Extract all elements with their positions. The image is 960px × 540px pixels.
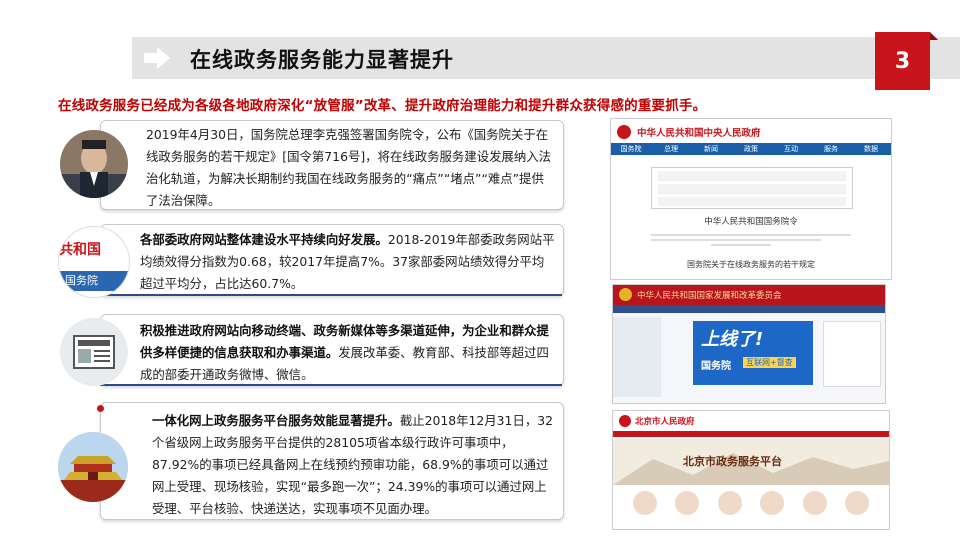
gov-doc-subtitle: 国务院关于在线政务服务的若干规定 [687,260,815,269]
ndrc-header: 中华人民共和国国家发展和改革委员会 [613,285,885,305]
ndrc-site-title: 中华人民共和国国家发展和改革委员会 [637,291,782,301]
card-2-headline: 各部委政府网站整体建设水平持续向好发展。 [140,232,388,247]
ndrc-banner-headline: 上线了! [701,329,764,350]
ndrc-banner-tag: 互联网+督查 [743,357,796,368]
ndrc-sidebar [613,317,661,397]
gov-nav-item: 政策 [744,145,758,153]
ndrc-banner-org: 国务院 [701,361,731,372]
gov-nav-item: 总理 [664,145,678,153]
card-1-photo [60,130,128,198]
card-3-news-icon [60,318,128,386]
card-4-dot [97,405,104,412]
screenshot-ndrc-website: 中华人民共和国国家发展和改革委员会 上线了! 国务院 互联网+督查 [612,284,886,404]
gov-nav-item: 国务院 [620,145,642,153]
service-icon [633,491,657,515]
page-title: 在线政务服务能力显著提升 [190,48,454,72]
ndrc-nav-bar [613,305,885,313]
gov-nav-item: 新闻 [704,145,718,153]
gov-nav-item: 数据 [864,145,878,153]
beijing-banner-text: 北京市政务服务平台 [683,455,782,468]
card-2-logo-text-top: 共和国 [59,242,101,258]
ndrc-banner: 上线了! 国务院 互联网+督查 [693,321,813,385]
beijing-emblem-icon [619,415,631,427]
gov-doc-info-table [651,167,853,209]
gov-doc-title: 中华人民共和国国务院令 [704,217,798,227]
card-2-text: 各部委政府网站整体建设水平持续向好发展。2018-2019年部委政务网站平均绩效… [140,229,555,295]
beijing-site-title: 北京市人民政府 [635,417,695,427]
card-1-text: 2019年4月30日，国务院总理李克强签署国务院令，公布《国务院关于在线政务服务… [146,124,556,212]
card-2-logo-text-bottom: 国务院 [59,271,129,291]
card-4-tiananmen-photo [58,432,128,502]
card-1-body: 2019年4月30日，国务院总理李克强签署国务院令，公布《国务院关于在线政务服务… [146,127,552,208]
card-4-text: 一体化网上政务服务平台服务效能显著提升。截止2018年12月31日，32个省级网… [152,410,555,520]
service-icon [675,491,700,515]
subtitle: 在线政务服务已经成为各级各地政府深化“放管服”改革、提升政府治理能力和提升群众获… [58,98,707,114]
beijing-nav-bar [613,431,889,437]
service-icon [717,491,742,515]
gov-nav-item: 服务 [824,145,838,153]
beijing-service-icons [633,491,869,521]
service-icon [760,491,785,515]
gov-nav-bar: 国务院 总理 新闻 政策 互动 服务 数据 [611,143,891,155]
screenshot-beijing-website: 北京市人民政府 北京市政务服务平台 [612,410,890,530]
screenshot-gov-website: 中华人民共和国中央人民政府 国务院 总理 新闻 政策 互动 服务 数据 中华人民… [610,118,892,280]
national-emblem-icon [617,125,631,139]
service-icon [802,491,827,515]
ndrc-side-panel [823,321,881,387]
arrow-right-icon [144,47,170,69]
page-number-badge: 3 [875,32,938,90]
card-3-text: 积极推进政府网站向移动终端、政务新媒体等多渠道延伸，为企业和群众提供多样便捷的信… [140,320,555,386]
gov-doc-body [651,231,851,251]
beijing-banner: 北京市政务服务平台 [613,439,889,485]
card-4-body: 截止2018年12月31日，32个省级网上政务服务平台提供的28105项省本级行… [152,413,553,516]
gov-site-title: 中华人民共和国中央人民政府 [637,128,761,139]
gov-nav-item: 互动 [784,145,798,153]
card-4-headline: 一体化网上政务服务平台服务效能显著提升。 [152,413,400,428]
service-icon [844,491,869,515]
ndrc-emblem-icon [619,288,632,301]
card-2-logo: 共和国 国务院 [58,226,130,298]
